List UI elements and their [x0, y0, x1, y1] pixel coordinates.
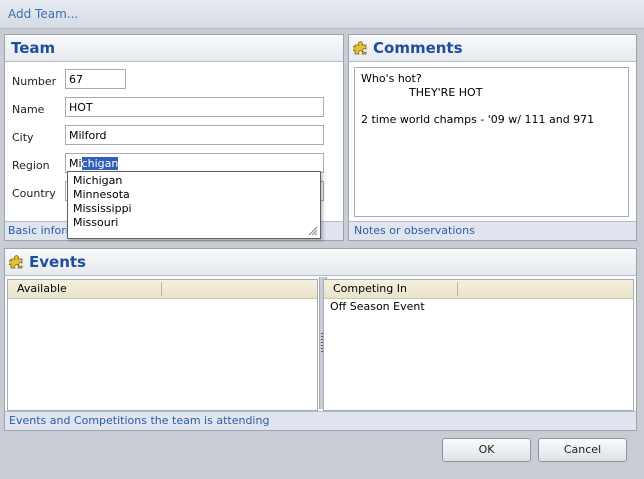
region-label: Region	[12, 159, 50, 172]
events-panel: Events Available Competing In Off Season…	[4, 248, 637, 431]
puzzle-icon	[353, 41, 367, 55]
team-panel-header: Team	[5, 35, 343, 62]
region-autocomplete-selection: chigan	[81, 157, 119, 170]
cancel-button[interactable]: Cancel	[538, 438, 627, 462]
competing-header-label: Competing In	[333, 282, 407, 295]
events-panel-title: Events	[29, 253, 86, 271]
country-label: Country	[12, 187, 56, 200]
team-panel-title: Team	[11, 39, 56, 57]
number-label: Number	[12, 75, 57, 88]
list-item[interactable]: Off Season Event	[330, 300, 425, 313]
column-separator	[457, 282, 458, 296]
resize-grip-icon[interactable]	[308, 226, 318, 236]
events-panel-footer-text: Events and Competitions the team is atte…	[9, 414, 270, 427]
window-title: Add Team...	[8, 7, 79, 21]
events-panel-header: Events	[5, 249, 636, 276]
available-column-header[interactable]: Available	[8, 280, 317, 299]
comments-panel-footer-text: Notes or observations	[354, 224, 475, 237]
region-option[interactable]: Missouri	[73, 216, 118, 229]
comments-panel-header: Comments	[349, 35, 636, 62]
city-field[interactable]: Milford	[65, 125, 324, 145]
comment-line: THEY'RE HOT	[409, 86, 483, 99]
region-option[interactable]: Mississippi	[73, 202, 132, 215]
competing-events-list[interactable]: Competing In Off Season Event	[323, 279, 634, 411]
region-field[interactable]: Michigan	[65, 153, 324, 173]
region-option[interactable]: Minnesota	[73, 188, 130, 201]
puzzle-icon	[9, 255, 23, 269]
name-label: Name	[12, 103, 45, 116]
region-typed-text: Mi	[69, 157, 82, 170]
available-header-label: Available	[17, 282, 67, 295]
comments-panel-title: Comments	[373, 39, 463, 57]
title-bar: Add Team...	[0, 0, 644, 29]
competing-column-header[interactable]: Competing In	[324, 280, 633, 299]
number-field[interactable]: 67	[65, 69, 126, 89]
name-field[interactable]: HOT	[65, 97, 324, 117]
region-option[interactable]: Michigan	[73, 174, 122, 187]
comment-line: Who's hot?	[361, 72, 422, 85]
events-panel-footer: Events and Competitions the team is atte…	[5, 411, 636, 430]
region-autocomplete-dropdown[interactable]: Michigan Minnesota Mississippi Missouri	[67, 171, 321, 239]
comments-panel-footer: Notes or observations	[349, 221, 636, 240]
comments-textarea[interactable]: Who's hot? THEY'RE HOT 2 time world cham…	[354, 67, 629, 217]
available-events-list[interactable]: Available	[7, 279, 318, 411]
comments-panel: Comments Who's hot? THEY'RE HOT 2 time w…	[348, 34, 637, 241]
city-label: City	[12, 131, 34, 144]
ok-button[interactable]: OK	[442, 438, 531, 462]
comment-line: 2 time world champs - '09 w/ 111 and 971	[361, 113, 595, 126]
column-separator	[161, 282, 162, 296]
